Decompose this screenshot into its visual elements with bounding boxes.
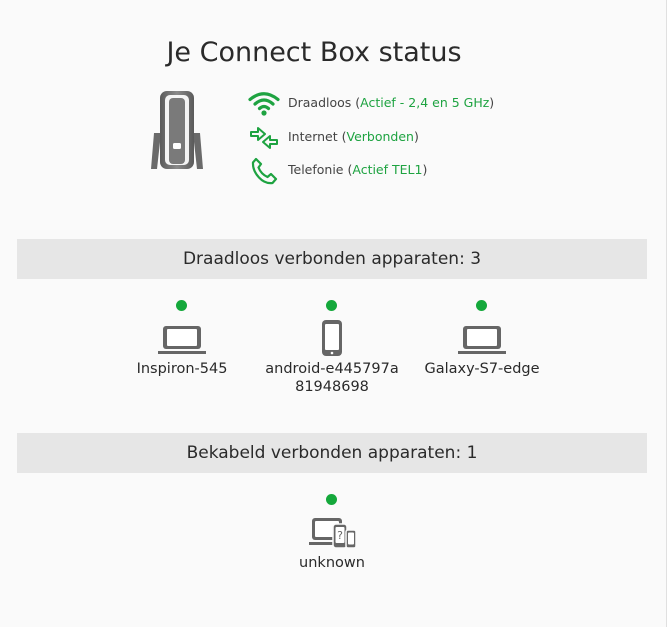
status-row-wireless: Draadloos (Actief - 2,4 en 5 GHz) (248, 90, 548, 118)
device-name: Inspiron-545 (136, 361, 228, 377)
online-status-dot (476, 300, 487, 311)
status-label: Internet ( (288, 129, 347, 144)
online-status-dot (326, 494, 337, 505)
internet-icon (250, 127, 278, 149)
status-value: Actief - 2,4 en 5 GHz (360, 95, 490, 110)
laptop-icon (458, 326, 506, 354)
device-name: unknown (299, 555, 365, 571)
wireless-devices-header: Draadloos verbonden apparaten: 3 (17, 239, 647, 279)
status-suffix: ) (489, 95, 495, 110)
status-row-telephony: Telefonie (Actief TEL1) (248, 157, 548, 185)
status-suffix: ) (413, 129, 419, 144)
unknown-device-icon: ? (309, 518, 357, 549)
status-row-internet: Internet (Verbonden) (248, 124, 548, 152)
status-text-wireless: Draadloos (Actief - 2,4 en 5 GHz) (288, 95, 494, 111)
wifi-icon (248, 92, 280, 116)
status-suffix: ) (422, 162, 428, 177)
laptop-icon (158, 326, 206, 354)
smartphone-icon (322, 320, 342, 356)
page-title: Je Connect Box status (166, 37, 462, 68)
status-text-telephony: Telefonie (Actief TEL1) (288, 162, 427, 178)
phone-icon (251, 157, 278, 185)
wired-devices-header: Bekabeld verbonden apparaten: 1 (17, 433, 647, 473)
online-status-dot (176, 300, 187, 311)
device-name: android-e445797a81948698 (265, 361, 399, 395)
status-label: Draadloos ( (288, 95, 361, 110)
status-value: Verbonden (346, 129, 414, 144)
status-value: Actief TEL1 (352, 162, 423, 177)
status-text-internet: Internet (Verbonden) (288, 129, 419, 145)
device-name: Galaxy-S7-edge (424, 361, 540, 377)
status-label: Telefonie ( (288, 162, 353, 177)
online-status-dot (326, 300, 337, 311)
connect-box-modem-icon (151, 91, 203, 169)
svg-text:?: ? (337, 529, 343, 542)
